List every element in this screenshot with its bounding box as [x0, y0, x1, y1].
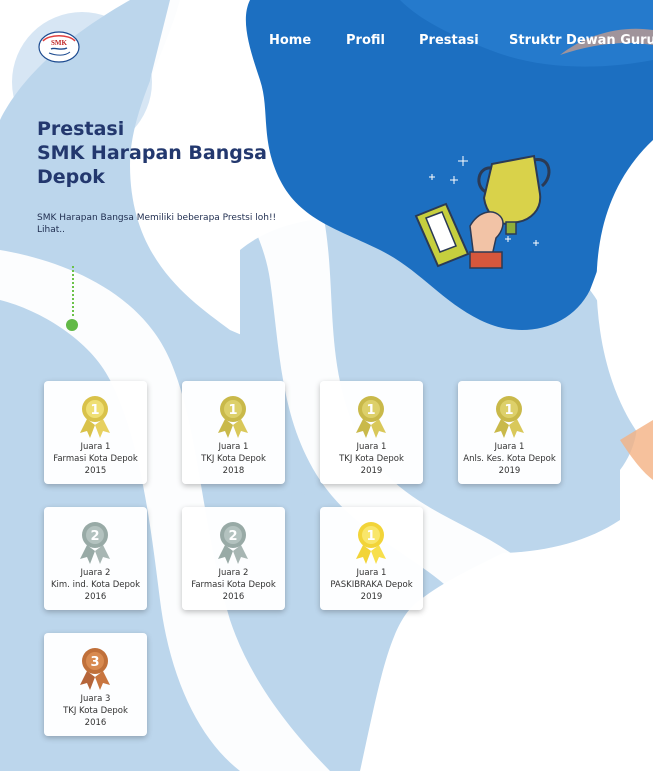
- card-field: TKJ Kota Depok: [201, 454, 266, 464]
- trophy-illustration: [414, 154, 551, 269]
- card-text: Juara 1 TKJ Kota Depok 2019: [320, 441, 423, 477]
- medal-number: 3: [90, 655, 99, 670]
- card-rank: Juara 1: [356, 442, 387, 452]
- achievement-card[interactable]: 3 Juara 3 TKJ Kota Depok 2016: [44, 633, 147, 736]
- medal-number: 2: [90, 529, 99, 544]
- achievement-card[interactable]: 1 Juara 1 TKJ Kota Depok 2019: [320, 381, 423, 484]
- nav-home[interactable]: Home: [269, 33, 311, 48]
- medal-icon: 2: [80, 522, 110, 564]
- medal-number: 1: [90, 403, 99, 418]
- card-year: 2018: [222, 466, 245, 476]
- medal-icon: 1: [494, 396, 524, 438]
- achievement-card[interactable]: 2 Juara 2 Kim. ind. Kota Depok 2016: [44, 507, 147, 610]
- card-year: 2016: [84, 718, 107, 728]
- medal-number: 1: [228, 403, 237, 418]
- card-rank: Juara 2: [80, 568, 111, 578]
- card-field: PASKIBRAKA Depok: [330, 580, 413, 590]
- achievement-card[interactable]: 2 Juara 2 Farmasi Kota Depok 2016: [182, 507, 285, 610]
- card-year: 2019: [360, 592, 383, 602]
- card-rank: Juara 3: [80, 694, 111, 704]
- title-line-2: SMK Harapan Bangsa: [37, 142, 267, 164]
- card-year: 2016: [222, 592, 245, 602]
- card-text: Juara 1 PASKIBRAKA Depok 2019: [320, 567, 423, 603]
- card-text: Juara 1 Anls. Kes. Kota Depok 2019: [458, 441, 561, 477]
- medal-icon: 1: [80, 396, 110, 438]
- card-text: Juara 2 Farmasi Kota Depok 2016: [182, 567, 285, 603]
- medal-number: 2: [228, 529, 237, 544]
- medal-number: 1: [366, 403, 375, 418]
- medal-number: 1: [366, 529, 375, 544]
- card-field: TKJ Kota Depok: [339, 454, 404, 464]
- title-line-3: Depok: [37, 166, 105, 188]
- card-year: 2015: [84, 466, 107, 476]
- achievement-card[interactable]: 1 Juara 1 Farmasi Kota Depok 2015: [44, 381, 147, 484]
- medal-icon: 3: [80, 648, 110, 690]
- medal-icon: 1: [218, 396, 248, 438]
- card-field: Farmasi Kota Depok: [53, 454, 138, 464]
- hero-subtitle: SMK Harapan Bangsa Memiliki beberapa Pre…: [37, 213, 277, 235]
- achievement-card[interactable]: 1 Juara 1 TKJ Kota Depok 2018: [182, 381, 285, 484]
- card-field: Farmasi Kota Depok: [191, 580, 276, 590]
- card-field: TKJ Kota Depok: [63, 706, 128, 716]
- main-nav: Home Profil Prestasi Struktr Dewan Guru: [0, 33, 653, 55]
- card-rank: Juara 2: [218, 568, 249, 578]
- scroll-indicator[interactable]: [66, 266, 80, 334]
- card-text: Juara 3 TKJ Kota Depok 2016: [44, 693, 147, 729]
- card-text: Juara 1 Farmasi Kota Depok 2015: [44, 441, 147, 477]
- card-rank: Juara 1: [218, 442, 249, 452]
- nav-struktur-dewan-guru[interactable]: Struktr Dewan Guru: [509, 33, 653, 48]
- card-field: Anls. Kes. Kota Depok: [463, 454, 556, 464]
- card-year: 2019: [360, 466, 383, 476]
- card-rank: Juara 1: [80, 442, 111, 452]
- achievement-card[interactable]: 1 Juara 1 PASKIBRAKA Depok 2019: [320, 507, 423, 610]
- medal-icon: 1: [356, 396, 386, 438]
- achievement-card[interactable]: 1 Juara 1 Anls. Kes. Kota Depok 2019: [458, 381, 561, 484]
- card-year: 2016: [84, 592, 107, 602]
- medal-icon: 2: [218, 522, 248, 564]
- card-rank: Juara 1: [356, 568, 387, 578]
- page-title: Prestasi SMK Harapan Bangsa Depok: [37, 117, 297, 189]
- card-field: Kim. ind. Kota Depok: [50, 580, 141, 590]
- card-year: 2019: [498, 466, 521, 476]
- medal-number: 1: [504, 403, 513, 418]
- medal-icon: 1: [356, 522, 386, 564]
- page: SMK Home Profil Prestasi Struktr Dewan G…: [0, 0, 653, 771]
- scroll-dot: [66, 319, 78, 331]
- card-text: Juara 2 Kim. ind. Kota Depok 2016: [44, 567, 147, 603]
- card-rank: Juara 1: [494, 442, 525, 452]
- nav-profil[interactable]: Profil: [346, 33, 385, 48]
- scroll-line: [72, 266, 74, 316]
- card-text: Juara 1 TKJ Kota Depok 2018: [182, 441, 285, 477]
- nav-prestasi[interactable]: Prestasi: [419, 33, 479, 48]
- title-line-1: Prestasi: [37, 118, 125, 140]
